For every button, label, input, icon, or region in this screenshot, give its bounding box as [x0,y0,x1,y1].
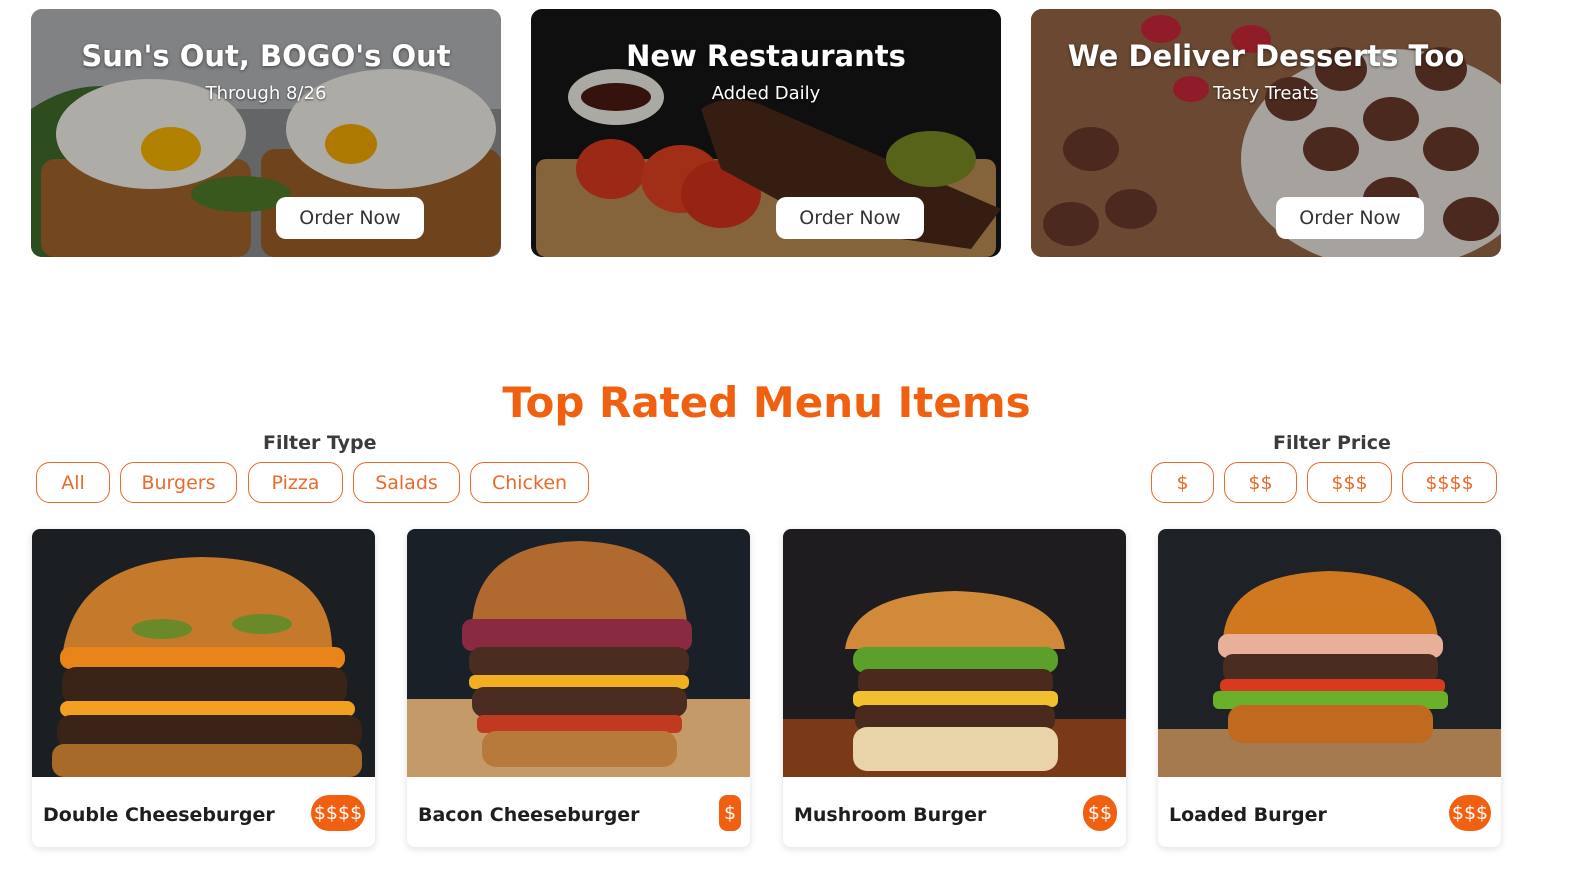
filter-type-chicken[interactable]: Chicken [470,462,589,503]
order-now-button[interactable]: Order Now [776,197,924,239]
menu-item-name: Bacon Cheeseburger [418,804,640,826]
menu-item-card[interactable]: Bacon Cheeseburger $ [407,529,750,847]
filter-type-salads[interactable]: Salads [353,462,460,503]
menu-item-image-double-cheeseburger [32,529,375,777]
order-now-button[interactable]: Order Now [1276,197,1424,239]
filter-type-label: Filter Type [263,432,377,454]
filter-price-1[interactable]: $ [1151,462,1214,503]
filter-price-4[interactable]: $$$$ [1402,462,1497,503]
menu-item-image-mushroom-burger [783,529,1126,777]
filter-type-all[interactable]: All [36,462,110,503]
menu-item-card[interactable]: Double Cheeseburger $$$$ [32,529,375,847]
promo-subtitle: Tasty Treats [1213,83,1319,104]
price-badge: $$$ [1449,795,1491,831]
menu-item-image-bacon-cheeseburger [407,529,750,777]
promo-card-desserts: We Deliver Desserts Too Tasty Treats Ord… [1031,9,1501,257]
promo-subtitle: Added Daily [711,83,821,104]
promo-banners: Sun's Out, BOGO's Out Through 8/26 Order… [31,9,1501,257]
promo-card-bogo: Sun's Out, BOGO's Out Through 8/26 Order… [31,9,501,257]
menu-item-image-loaded-burger [1158,529,1501,777]
filter-price-3[interactable]: $$$ [1307,462,1392,503]
promo-subtitle: Through 8/26 [205,83,327,104]
order-now-button[interactable]: Order Now [276,197,424,239]
promo-card-new-restaurants: New Restaurants Added Daily Order Now [531,9,1001,257]
menu-item-name: Mushroom Burger [794,804,987,826]
price-badge: $ [719,795,741,831]
menu-item-card[interactable]: Mushroom Burger $$ [783,529,1126,847]
price-badge: $$$$ [311,795,365,831]
menu-item-card[interactable]: Loaded Burger $$$ [1158,529,1501,847]
menu-item-name: Loaded Burger [1169,804,1327,826]
promo-title: Sun's Out, BOGO's Out [81,39,451,73]
menu-item-name: Double Cheeseburger [43,804,275,826]
filter-price-2[interactable]: $$ [1224,462,1297,503]
filter-price-label: Filter Price [1273,432,1391,454]
section-title: Top Rated Menu Items [502,378,1031,427]
price-badge: $$ [1083,795,1117,831]
promo-title: We Deliver Desserts Too [1067,39,1465,73]
filter-type-pizza[interactable]: Pizza [248,462,343,503]
filter-type-burgers[interactable]: Burgers [120,462,237,503]
promo-title: New Restaurants [626,39,906,73]
